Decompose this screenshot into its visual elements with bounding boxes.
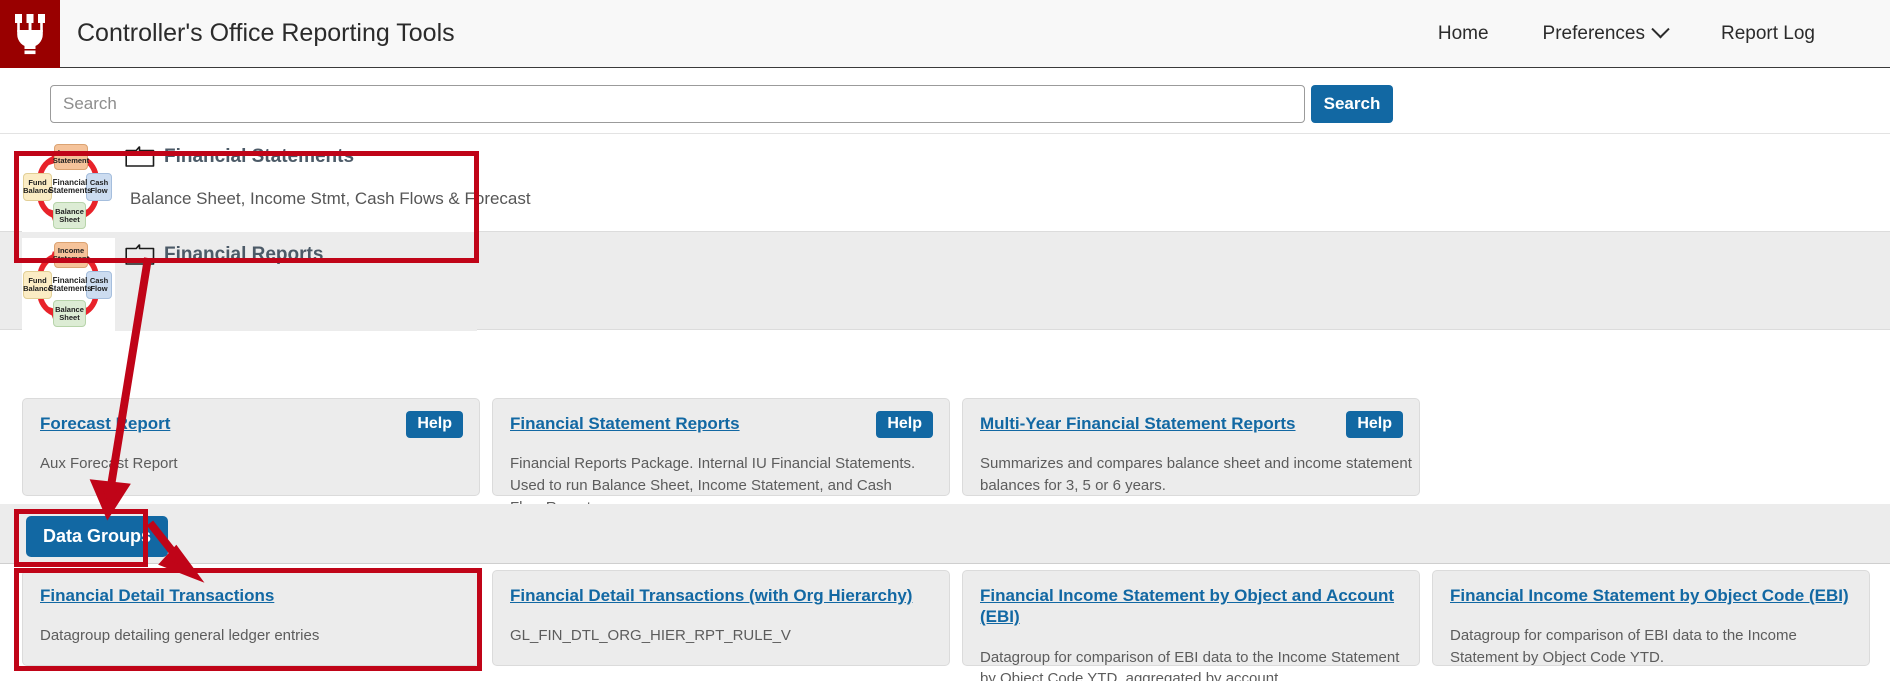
folder-row-financial-statements: Income Statement Cash Flow Balance Sheet… bbox=[0, 134, 1890, 233]
folder-description: Balance Sheet, Income Stmt, Cash Flows &… bbox=[130, 189, 531, 208]
data-group-card[interactable]: Financial Detail Transactions (with Org … bbox=[492, 570, 950, 666]
nav-item-label: Home bbox=[1437, 22, 1489, 44]
report-card-description: Aux Forecast Report bbox=[40, 455, 178, 473]
folder-card-financial-reports[interactable]: Income Statement Cash Flow Balance Sheet… bbox=[22, 236, 477, 331]
data-group-card-title[interactable]: Financial Detail Transactions (with Org … bbox=[510, 585, 912, 606]
cycle-node-center: Financial Statements bbox=[47, 271, 93, 299]
data-group-card-description: GL_FIN_DTL_ORG_HIER_RPT_RULE_V bbox=[510, 627, 791, 645]
cycle-node-label: Balance Sheet bbox=[55, 206, 84, 224]
help-button[interactable]: Help bbox=[876, 411, 933, 438]
search-input[interactable] bbox=[50, 85, 1305, 123]
financial-statements-cycle-icon: Income Statement Cash Flow Balance Sheet… bbox=[22, 238, 115, 331]
chevron-down-icon bbox=[1651, 20, 1670, 39]
folder-text-block: Financial Reports bbox=[115, 236, 323, 287]
nav-item-home[interactable]: Home bbox=[1411, 23, 1516, 45]
data-group-card-title[interactable]: Financial Detail Transactions bbox=[40, 585, 274, 606]
app-header: Controller's Office Reporting Tools Home… bbox=[0, 0, 1890, 68]
folder-icon bbox=[125, 146, 155, 167]
cycle-node-income-statement: Income Statement bbox=[52, 144, 90, 170]
data-group-card[interactable]: Financial Income Statement by Object and… bbox=[962, 570, 1420, 681]
data-group-card-description: Datagroup for comparison of EBI data to … bbox=[980, 648, 1400, 681]
data-group-card[interactable]: Financial Detail Transactions Datagroup … bbox=[22, 570, 480, 666]
report-card[interactable]: Forecast Report Aux Forecast Report Help bbox=[22, 398, 480, 496]
data-group-card-description: Datagroup for comparison of EBI data to … bbox=[1450, 627, 1797, 666]
cycle-node-label: Income Statement bbox=[52, 148, 90, 165]
cycle-node-center: Financial Statements bbox=[47, 173, 93, 201]
nav-item-label: Report Log bbox=[1720, 22, 1815, 44]
report-card-title[interactable]: Forecast Report bbox=[40, 413, 170, 434]
search-button[interactable]: Search bbox=[1311, 85, 1393, 123]
cycle-node-label: Income Statement bbox=[52, 246, 90, 263]
data-group-card-description: Datagroup detailing general ledger entri… bbox=[40, 627, 320, 645]
iu-trident-logo[interactable] bbox=[0, 0, 60, 68]
cycle-node-income-statement: Income Statement bbox=[52, 242, 90, 268]
data-groups-band bbox=[0, 504, 1890, 564]
data-group-card-title[interactable]: Financial Income Statement by Object Cod… bbox=[1450, 585, 1849, 606]
report-card-description: Summarizes and compares balance sheet an… bbox=[980, 455, 1412, 494]
cycle-node-label: Financial Statements bbox=[48, 275, 92, 293]
cycle-node-balance-sheet: Balance Sheet bbox=[53, 300, 86, 327]
financial-statements-cycle-icon: Income Statement Cash Flow Balance Sheet… bbox=[22, 140, 115, 233]
folder-card-financial-statements[interactable]: Income Statement Cash Flow Balance Sheet… bbox=[22, 138, 531, 233]
report-card-title[interactable]: Financial Statement Reports bbox=[510, 413, 740, 434]
folder-icon bbox=[125, 244, 155, 265]
data-groups-button[interactable]: Data Groups bbox=[26, 516, 169, 557]
folder-text-block: Financial Statements Balance Sheet, Inco… bbox=[115, 138, 531, 209]
search-bar: Search bbox=[0, 68, 1890, 134]
cycle-node-label: Balance Sheet bbox=[55, 304, 84, 322]
folder-title: Financial Statements bbox=[164, 145, 355, 167]
page-root: Controller's Office Reporting Tools Home… bbox=[0, 0, 1890, 681]
nav-item-label: Preferences bbox=[1542, 22, 1645, 44]
help-button[interactable]: Help bbox=[1346, 411, 1403, 438]
folder-title: Financial Reports bbox=[164, 243, 324, 265]
report-card[interactable]: Financial Statement Reports Financial Re… bbox=[492, 398, 950, 516]
folder-row-financial-reports: Income Statement Cash Flow Balance Sheet… bbox=[0, 232, 1890, 331]
report-card-title[interactable]: Multi-Year Financial Statement Reports bbox=[980, 413, 1296, 434]
cycle-node-label: Financial Statements bbox=[48, 177, 92, 195]
nav-item-preferences[interactable]: Preferences bbox=[1516, 20, 1694, 45]
data-group-card-title[interactable]: Financial Income Statement by Object and… bbox=[980, 585, 1402, 628]
report-card[interactable]: Multi-Year Financial Statement Reports S… bbox=[962, 398, 1420, 496]
nav-item-report-log[interactable]: Report Log bbox=[1694, 23, 1842, 45]
cycle-node-balance-sheet: Balance Sheet bbox=[53, 202, 86, 229]
help-button[interactable]: Help bbox=[406, 411, 463, 438]
page-title: Controller's Office Reporting Tools bbox=[77, 19, 455, 47]
data-group-card[interactable]: Financial Income Statement by Object Cod… bbox=[1432, 570, 1870, 666]
main-nav: Home Preferences Report Log bbox=[1411, 0, 1890, 67]
